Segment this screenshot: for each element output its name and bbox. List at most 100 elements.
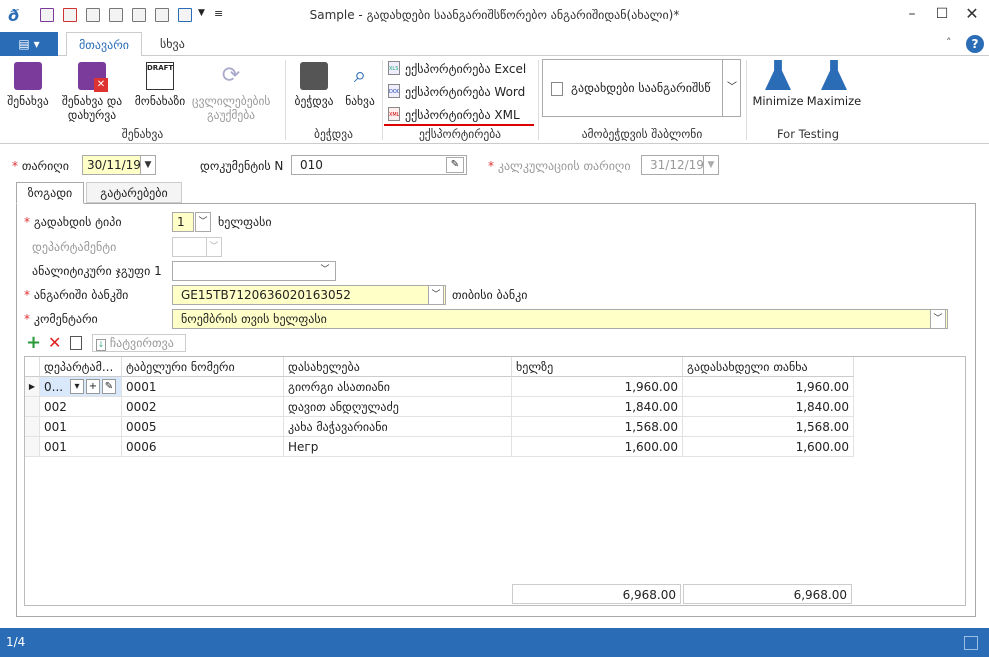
window-title: Sample - გადახდები საანგარიშსწორებო ანგა… (309, 8, 680, 22)
file-menu-button[interactable]: ▤ ▾ (0, 32, 58, 56)
preview-button[interactable]: ⌕ ნახვა (340, 62, 380, 108)
cell-tab[interactable]: 0001 (122, 377, 284, 397)
group-label-template: ამობეჭდვის შაბლონი (581, 127, 703, 141)
dropdown-icon[interactable]: ▾ (70, 379, 84, 394)
analytic-dropdown[interactable]: ﹀ (317, 261, 333, 281)
dept-dropdown[interactable]: ﹀ (206, 237, 222, 257)
load-button-label: ჩატვირთვა (109, 336, 174, 350)
print-template-select[interactable]: გადახდები საანგარიშსწ ﹀ (542, 59, 741, 117)
wand-icon[interactable]: ✎ (446, 157, 464, 173)
col-header-name[interactable]: დასახელება (284, 357, 512, 377)
load-button[interactable]: ↓ ჩატვირთვა (92, 334, 186, 352)
cell-pay[interactable]: 1,840.00 (683, 397, 854, 417)
add-icon[interactable]: + (86, 379, 100, 394)
cell-hand[interactable]: 1,960.00 (512, 377, 683, 397)
export-xml-button[interactable]: XML ექსპორტირება XML (384, 107, 534, 126)
close-window-icon[interactable]: ✕ (962, 4, 982, 24)
cell-dept[interactable]: 001 (40, 437, 122, 457)
group-label-testing: For Testing (776, 127, 840, 141)
cell-name[interactable]: Негр (284, 437, 512, 457)
cell-dept[interactable]: 0... ▾ + ✎ (40, 377, 122, 397)
calc-date-dropdown[interactable]: ▼ (703, 155, 719, 175)
row-selector[interactable]: ▶ (25, 377, 40, 397)
cell-pay[interactable]: 1,568.00 (683, 417, 854, 437)
cell-dept[interactable]: 002 (40, 397, 122, 417)
add-row-icon[interactable]: + (26, 334, 41, 352)
printer-icon (300, 62, 328, 90)
export-word-button[interactable]: DOC ექსპორტირება Word (388, 84, 525, 99)
cell-hand[interactable]: 1,568.00 (512, 417, 683, 437)
draft-button-label: მონახაზი (134, 94, 186, 108)
delete-row-icon[interactable]: ✕ (48, 335, 61, 351)
data-grid: დეპარტამ... ტაბელური ნომერი დასახელება ხ… (24, 356, 966, 606)
page-indicator: 1/4 (6, 635, 26, 649)
bank-dropdown[interactable]: ﹀ (428, 285, 444, 305)
maximize-button[interactable]: Maximize (806, 60, 862, 108)
cell-tab[interactable]: 0005 (122, 417, 284, 437)
cell-tab[interactable]: 0006 (122, 437, 284, 457)
analytic-field[interactable] (172, 261, 336, 281)
date-dropdown[interactable]: ▼ (140, 155, 156, 175)
bank-field[interactable]: GE15TB7120636020163052 (172, 285, 446, 305)
minimize-button[interactable]: Minimize (752, 60, 804, 108)
print-button[interactable]: ბეჭდვა (290, 62, 338, 108)
row-selector[interactable] (25, 397, 40, 417)
row-selector[interactable] (25, 437, 40, 457)
chevron-down-icon[interactable]: ﹀ (722, 60, 741, 116)
cell-hand[interactable]: 1,840.00 (512, 397, 683, 417)
calc-date-field[interactable]: 31/12/19 (641, 155, 705, 175)
docnum-field[interactable]: 010 (291, 155, 467, 175)
cell-name[interactable]: დავით ანდღულაძე (284, 397, 512, 417)
status-bar: 1/4 (0, 628, 989, 657)
group-label-print: ბეჭდვა (314, 127, 353, 141)
draft-button[interactable]: DRAFT მონახაზი (130, 62, 190, 108)
export-excel-button[interactable]: XLS ექსპორტირება Excel (388, 61, 526, 76)
col-header-pay[interactable]: გადასახდელი თანხა (683, 357, 854, 377)
refresh-icon: ⟳ (221, 63, 241, 88)
col-header-hand[interactable]: ხელზე (512, 357, 683, 377)
comment-field[interactable]: ნოემბრის თვის ხელფასი (172, 309, 948, 329)
col-header-dept[interactable]: დეპარტამ... (40, 357, 122, 377)
tab-main[interactable]: მთავარი (66, 32, 142, 57)
flask-icon (765, 60, 791, 90)
cell-pay[interactable]: 1,960.00 (683, 377, 854, 397)
tab-general[interactable]: ზოგადი (16, 182, 84, 204)
bank-name: თიბისი ბანკი (452, 288, 528, 302)
load-icon: ↓ (96, 339, 106, 351)
cell-name[interactable]: კახა მაჭავარიანი (284, 417, 512, 437)
undo-changes-button[interactable]: ⟳ ცვლილებების გაუქმება (192, 62, 270, 122)
help-icon[interactable]: ? (966, 35, 984, 53)
resize-grip-icon[interactable] (964, 636, 978, 650)
edit-icon[interactable]: ✎ (102, 379, 116, 394)
save-button[interactable]: შენახვა (4, 62, 52, 108)
grid-row-header-corner (25, 357, 40, 377)
maximize-button-label: Maximize (806, 94, 862, 108)
cell-name[interactable]: გიორგი ასათიანი (284, 377, 512, 397)
minimize-window-icon[interactable]: – (902, 4, 922, 24)
cell-tab[interactable]: 0002 (122, 397, 284, 417)
print-button-label: ბეჭდვა (294, 94, 334, 108)
save-close-button-label: შენახვა და დახურვა (61, 94, 123, 122)
cell-dept[interactable]: 001 (40, 417, 122, 437)
pay-type-field[interactable]: 1 (172, 212, 194, 232)
cell-hand[interactable]: 1,600.00 (512, 437, 683, 457)
total-pay: 6,968.00 (683, 584, 852, 604)
tab-entries[interactable]: გატარებები (86, 182, 182, 203)
preview-button-label: ნახვა (345, 94, 375, 108)
maximize-window-icon[interactable]: ☐ (932, 4, 952, 24)
file-menu-icon: ▤ (18, 37, 30, 51)
save-close-button[interactable]: ✕ შენახვა და დახურვა (55, 62, 129, 122)
pay-type-dropdown[interactable]: ﹀ (195, 212, 211, 232)
tab-other[interactable]: სხვა (148, 32, 197, 57)
analytic-label: ანალიტიკური ჯგუფი 1 (32, 264, 162, 278)
row-selector[interactable] (25, 417, 40, 437)
col-header-tab[interactable]: ტაბელური ნომერი (122, 357, 284, 377)
cell-pay[interactable]: 1,600.00 (683, 437, 854, 457)
xml-file-icon: XML (388, 107, 400, 121)
comment-dropdown[interactable]: ﹀ (930, 309, 946, 329)
group-label-save: შენახვა (121, 127, 164, 141)
date-field[interactable]: 30/11/19 (82, 155, 142, 175)
save-button-label: შენახვა (7, 94, 49, 108)
collapse-ribbon-icon[interactable]: ˄ (946, 36, 952, 49)
copy-row-icon[interactable] (70, 336, 82, 350)
